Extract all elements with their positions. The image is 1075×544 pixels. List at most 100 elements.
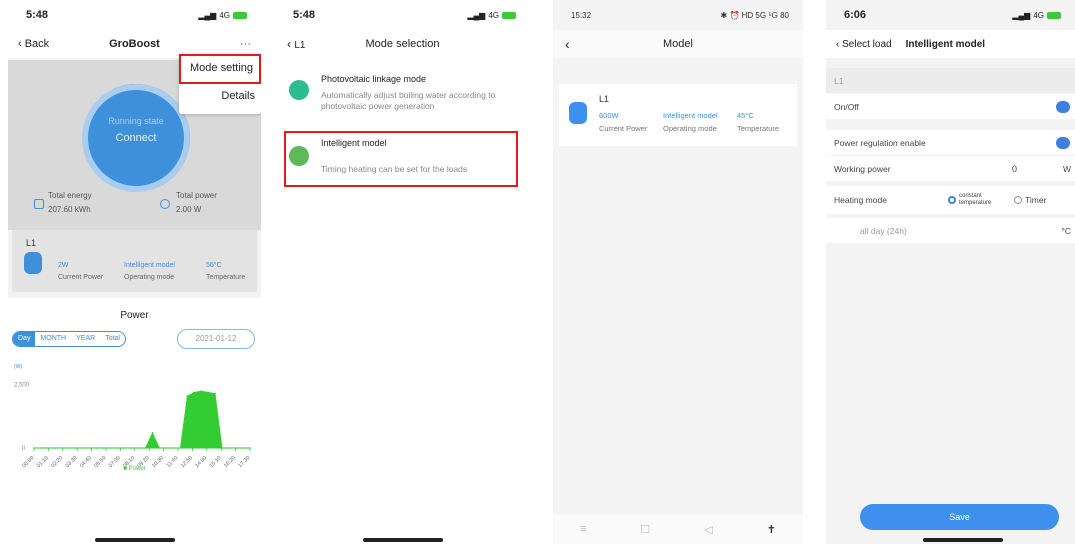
total-energy-label: Total energy [48, 191, 92, 200]
operating-mode-value: Intelligent model [663, 111, 718, 120]
network-label: 4G [219, 10, 230, 20]
data-point [158, 447, 161, 449]
connect-bubble[interactable]: Running state Connect [88, 90, 184, 186]
nav-bar: ‹ Model [553, 30, 803, 58]
battery-icon [233, 11, 247, 19]
radio-unselected-icon [1014, 196, 1022, 204]
mode-option-intelligent[interactable]: Intelligent model Timing heating can be … [285, 136, 522, 180]
mode-selection-screen: 5:48 ▂▄▆ 4G ‹ L1 Mode selection Photovol… [275, 0, 530, 544]
back-label: Select load [842, 38, 892, 50]
data-point [75, 447, 77, 449]
home-icon[interactable]: ☐ [640, 523, 650, 536]
power-section: Power Day MONTH YEAR Total 2021-01-12 (W… [8, 298, 261, 544]
data-point [214, 392, 216, 395]
temperature-value: 56°C [206, 262, 222, 269]
y-tick-label: 2,500 [14, 383, 30, 389]
heater-icon [24, 252, 42, 274]
operating-mode-label: Operating mode [124, 274, 175, 281]
constant-temperature-option[interactable]: constant temperature [948, 193, 999, 207]
working-power-unit: W [1062, 163, 1071, 174]
tab-total[interactable]: Total [100, 332, 125, 346]
running-state-label: Running state [108, 116, 164, 126]
data-point [193, 391, 196, 394]
back-button[interactable]: ‹ [565, 36, 570, 52]
status-bar: 6:06 ▂▄▆ 4G [826, 0, 1075, 30]
tab-month[interactable]: MONTH [35, 332, 71, 346]
timer-option[interactable]: Timer [1014, 195, 1046, 205]
back-icon[interactable]: ◁ [704, 523, 712, 536]
status-time: 15:32 [571, 10, 592, 20]
heating-mode-row: Heating mode constant temperature Timer [826, 186, 1075, 214]
accessibility-icon[interactable]: ✝ [767, 523, 776, 536]
menu-icon[interactable]: ≡ [580, 523, 586, 535]
signal-icon: ▂▄▆ 4G [198, 11, 247, 20]
option-label: Timer [1025, 195, 1047, 205]
temp-unit: °C [1061, 225, 1071, 236]
tab-day[interactable]: Day [13, 332, 36, 346]
data-point [68, 447, 70, 449]
save-button[interactable]: Save [860, 504, 1059, 530]
onoff-toggle[interactable] [1056, 101, 1070, 113]
data-point [40, 447, 42, 449]
all-day-row[interactable]: all day (24h) °C [826, 218, 1075, 243]
operating-mode-value: Intelligent model [124, 262, 175, 269]
regulation-row: Power regulation enable [826, 130, 1075, 155]
page-title: Model [663, 38, 693, 50]
radio-selected-icon [948, 196, 956, 204]
intelligent-model-screen: 6:06 ▂▄▆ 4G ‹ Select load Intelligent mo… [826, 0, 1075, 544]
data-point [186, 395, 189, 397]
data-point [130, 447, 133, 449]
back-button[interactable]: ‹ Select load [836, 39, 892, 50]
heating-mode-label: Heating mode [834, 195, 887, 205]
temperature-value: 45°C [737, 111, 754, 120]
load-card[interactable]: L1 600W Current Power Intelligent model … [559, 84, 797, 146]
status-time: 5:48 [293, 9, 316, 21]
mode-option-photovoltaic[interactable]: Photovoltaic linkage mode Automatically … [285, 72, 522, 116]
data-point [116, 447, 119, 449]
power-title: Power [120, 310, 149, 321]
data-point [172, 447, 175, 449]
options-menu: Mode setting Details [179, 54, 261, 114]
load-card[interactable]: L1 2W Current Power Intelligent model Op… [12, 230, 257, 292]
current-power-label: Current Power [58, 274, 104, 281]
date-picker[interactable]: 2021-01-12 [177, 329, 255, 349]
network-label: 4G [1033, 10, 1044, 20]
regulation-toggle[interactable] [1056, 137, 1070, 149]
data-point [228, 447, 230, 449]
back-button[interactable]: ‹ Back [18, 38, 49, 50]
temperature-label: Temperature [737, 124, 780, 133]
data-point [165, 447, 168, 449]
status-bar: 15:32 ✱ ⏰ HD 5G ⁵G 80 [553, 0, 803, 30]
legend-label: Power [128, 466, 146, 472]
model-screen: 15:32 ✱ ⏰ HD 5G ⁵G 80 ‹ Model L1 600W Cu… [553, 0, 803, 544]
page-title: Mode selection [365, 38, 440, 50]
home-indicator [94, 538, 175, 542]
mode-title: Photovoltaic linkage mode [321, 74, 427, 84]
data-point [95, 447, 98, 449]
photovoltaic-icon [289, 80, 309, 100]
menu-item-mode-setting[interactable]: Mode setting [179, 54, 261, 84]
tab-year[interactable]: YEAR [71, 332, 100, 346]
load-name: L1 [599, 94, 610, 104]
current-power-label: Current Power [599, 124, 648, 133]
mode-description: Automatically adjust boiling water accor… [321, 90, 496, 111]
connect-status: Connect [115, 132, 157, 144]
energy-icon [34, 199, 44, 209]
option-label: constant temperature [959, 193, 992, 206]
period-tabs: Day MONTH YEAR Total [12, 331, 126, 347]
menu-item-details[interactable]: Details [179, 84, 261, 114]
data-point [137, 447, 140, 449]
network-label: 4G [488, 10, 499, 20]
back-button[interactable]: ‹ L1 [287, 37, 305, 51]
load-name: L1 [26, 238, 37, 248]
nav-bar: ‹ Select load Intelligent model [826, 30, 1075, 58]
more-button[interactable]: ··· [240, 38, 251, 50]
working-power-input[interactable]: 0 [1012, 164, 1017, 174]
mode-description: Timing heating can be set for the loads [321, 164, 468, 174]
home-indicator [922, 538, 1003, 542]
regulation-label: Power regulation enable [834, 137, 926, 148]
status-icons: ✱ ⏰ HD 5G ⁵G 80 [720, 10, 789, 20]
back-label: L1 [294, 40, 306, 51]
status-time: 5:48 [26, 9, 49, 21]
android-nav-bar: ≡ ☐ ◁ ✝ [553, 514, 803, 544]
